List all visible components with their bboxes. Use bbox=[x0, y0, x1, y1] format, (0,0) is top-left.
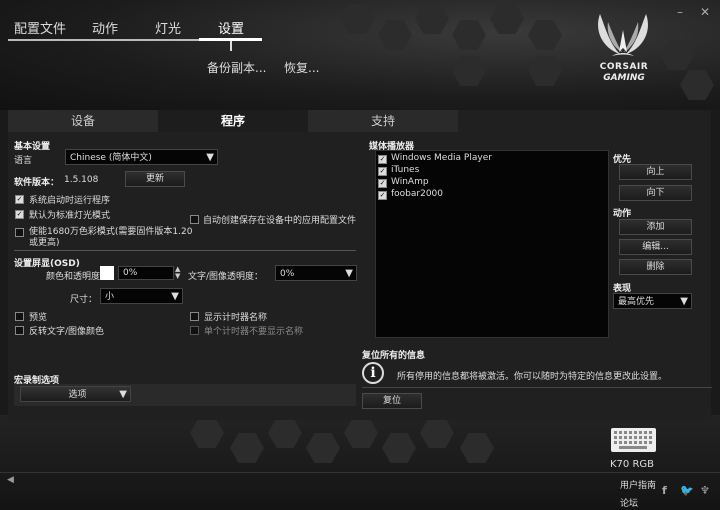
minimize-button[interactable]: – bbox=[677, 5, 683, 19]
auto-save-checkbox[interactable] bbox=[190, 215, 199, 224]
default-lighting-checkbox[interactable]: ✓ bbox=[15, 210, 24, 219]
text-opacity-dropdown[interactable]: 0% ▼ bbox=[275, 265, 357, 281]
version-value: 1.5.108 bbox=[64, 175, 99, 185]
single-timer-label: 单个计时器不要显示名称 bbox=[204, 327, 304, 337]
startup-label: 系统启动时运行程序 bbox=[29, 196, 111, 206]
close-button[interactable]: ✕ bbox=[700, 5, 710, 19]
language-dropdown[interactable]: Chinese (简体中文) ▼ bbox=[65, 149, 218, 165]
show-timer-checkbox[interactable] bbox=[190, 312, 199, 321]
preview-checkbox[interactable] bbox=[15, 312, 24, 321]
keyboard-icon[interactable] bbox=[611, 428, 656, 452]
delete-button[interactable]: 删除 bbox=[619, 259, 692, 275]
info-icon: i bbox=[362, 362, 384, 384]
player-checkbox[interactable]: ✓ bbox=[378, 167, 387, 176]
osd-color-value: 0% bbox=[123, 268, 138, 278]
startup-checkbox[interactable]: ✓ bbox=[15, 195, 24, 204]
size-dropdown[interactable]: 小 ▼ bbox=[100, 288, 183, 304]
stepper-arrows-icon[interactable]: ▲ ▼ bbox=[175, 266, 180, 280]
reset-info-text: 所有停用的信息都将被激活。你可以随时为特定的信息更改此设置。 bbox=[397, 372, 668, 382]
tab-program[interactable]: 程序 bbox=[158, 110, 308, 132]
user-guide-link[interactable]: 用户指南 bbox=[620, 478, 656, 491]
show-timer-label: 显示计时器名称 bbox=[204, 313, 268, 323]
dropdown-arrow-icon: ▼ bbox=[345, 268, 353, 279]
invert-label: 反转文字/图像颜色 bbox=[29, 327, 105, 337]
device-name: K70 RGB bbox=[610, 459, 655, 470]
add-button[interactable]: 添加 bbox=[619, 219, 692, 235]
player-name: Windows Media Player bbox=[391, 153, 492, 163]
preview-label: 预览 bbox=[29, 313, 48, 323]
size-label: 尺寸： bbox=[70, 295, 98, 305]
nav-tick bbox=[230, 41, 232, 51]
macro-options-dropdown[interactable]: 选项 ▼ bbox=[20, 386, 131, 402]
tab-support[interactable]: 支持 bbox=[308, 110, 458, 132]
dropdown-arrow-icon: ▼ bbox=[206, 152, 214, 163]
reset-title: 复位所有的信息 bbox=[362, 351, 426, 361]
corsair-logo: CORSAIR GAMING bbox=[588, 8, 658, 103]
reset-divider bbox=[362, 387, 712, 388]
twitter-icon[interactable]: 🐦 bbox=[680, 484, 694, 497]
backup-link[interactable]: 备份副本... bbox=[207, 59, 266, 76]
osd-color-label: 颜色和透明度 bbox=[46, 272, 101, 282]
corsair-sails-icon bbox=[598, 14, 648, 56]
nav-tab-profiles[interactable]: 配置文件 bbox=[14, 18, 66, 37]
player-checkbox[interactable]: ✓ bbox=[378, 191, 387, 200]
osd-title: 设置屏显(OSD) bbox=[14, 259, 80, 269]
auto-save-label: 自动创建保存在设备中的应用配置文件 bbox=[203, 216, 357, 226]
macro-options-label: 选项 bbox=[68, 390, 87, 400]
corsair-social-icon[interactable]: ♆ bbox=[700, 484, 710, 497]
single-timer-checkbox bbox=[190, 326, 199, 335]
restore-link[interactable]: 恢复... bbox=[284, 59, 319, 76]
language-value: Chinese (简体中文) bbox=[70, 153, 152, 163]
section-divider bbox=[14, 250, 356, 251]
performance-dropdown[interactable]: 最高优先 ▼ bbox=[613, 293, 692, 309]
brand-line2: GAMING bbox=[603, 73, 645, 83]
brand-line1: CORSAIR bbox=[599, 62, 649, 72]
forum-link[interactable]: 论坛 bbox=[620, 496, 638, 509]
update-button[interactable]: 更新 bbox=[125, 171, 185, 187]
move-up-button[interactable]: 向上 bbox=[619, 164, 692, 180]
text-opacity-value: 0% bbox=[280, 269, 295, 279]
dropdown-arrow-icon: ▼ bbox=[171, 291, 179, 302]
player-checkbox[interactable]: ✓ bbox=[378, 155, 387, 164]
tab-device[interactable]: 设备 bbox=[8, 110, 158, 132]
player-name: WinAmp bbox=[391, 177, 429, 187]
action-title: 动作 bbox=[613, 209, 632, 219]
edit-button[interactable]: 编辑... bbox=[619, 239, 692, 255]
dropdown-arrow-icon: ▼ bbox=[119, 389, 127, 400]
player-name: foobar2000 bbox=[391, 189, 444, 199]
player-name: iTunes bbox=[391, 165, 420, 175]
language-label: 语言 bbox=[14, 156, 33, 166]
scroll-left-icon[interactable]: ◀ bbox=[7, 475, 14, 485]
performance-value: 最高优先 bbox=[618, 297, 655, 307]
status-bar-line bbox=[0, 472, 720, 473]
facebook-icon[interactable]: f bbox=[662, 484, 667, 497]
nav-tab-lighting[interactable]: 灯光 bbox=[155, 18, 181, 37]
color-mode-label-cont: 或更高) bbox=[29, 238, 60, 248]
media-player-list[interactable]: ✓ Windows Media Player ✓ iTunes ✓ WinAmp… bbox=[375, 150, 609, 338]
color-swatch[interactable] bbox=[100, 266, 114, 280]
move-down-button[interactable]: 向下 bbox=[619, 185, 692, 201]
basic-settings-title: 基本设置 bbox=[14, 142, 51, 152]
player-checkbox[interactable]: ✓ bbox=[378, 179, 387, 188]
nav-tab-actions[interactable]: 动作 bbox=[92, 18, 118, 37]
color-mode-checkbox[interactable] bbox=[15, 228, 24, 237]
osd-color-input[interactable]: 0% bbox=[118, 266, 174, 280]
text-opacity-label: 文字/图像透明度： bbox=[188, 272, 264, 282]
nav-tab-settings[interactable]: 设置 bbox=[218, 18, 244, 37]
reset-button[interactable]: 复位 bbox=[362, 393, 422, 409]
size-value: 小 bbox=[105, 292, 115, 302]
version-label: 软件版本： bbox=[14, 178, 60, 188]
invert-checkbox[interactable] bbox=[15, 326, 24, 335]
dropdown-arrow-icon: ▼ bbox=[680, 296, 688, 307]
default-lighting-label: 默认为标准灯光模式 bbox=[29, 211, 111, 221]
